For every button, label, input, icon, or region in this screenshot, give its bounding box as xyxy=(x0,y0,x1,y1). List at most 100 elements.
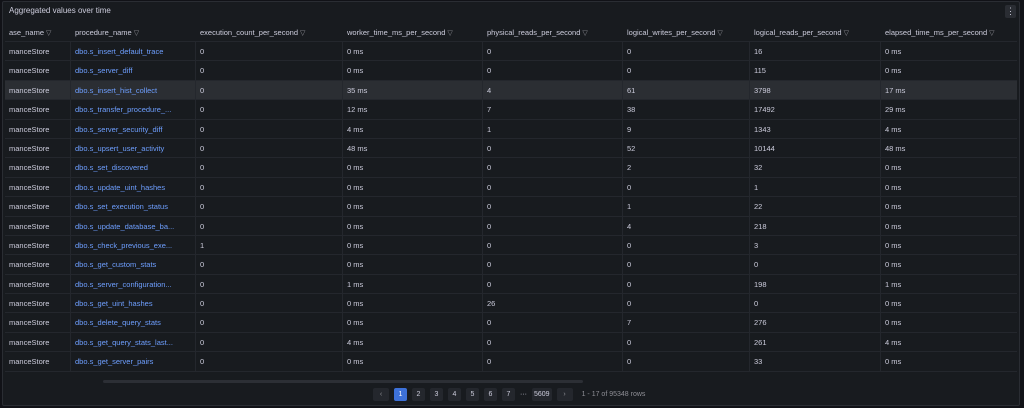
table-cell: 7 xyxy=(483,100,623,119)
table-cell: 115 xyxy=(750,61,881,80)
column-header-worker-time-ms-per-second[interactable]: worker_time_ms_per_second ▽ xyxy=(343,23,483,41)
table-cell: 3798 xyxy=(750,80,881,100)
table-cell: 0 ms xyxy=(885,299,902,309)
table-cell: manceStore xyxy=(5,61,71,80)
filter-icon[interactable]: ▽ xyxy=(989,30,994,37)
table-row[interactable]: manceStore dbo.s_transfer_procedure_... 0 1… xyxy=(5,100,1017,120)
column-header-label: logical_reads_per_second xyxy=(754,28,842,37)
page-button-1[interactable]: 1 xyxy=(394,388,407,401)
procedure-link[interactable]: dbo.s_get_custom_stats xyxy=(71,255,196,274)
filter-icon[interactable]: ▽ xyxy=(582,30,587,37)
row-count-summary: 1 - 17 of 95348 rows xyxy=(581,391,646,398)
page-button-4[interactable]: 4 xyxy=(448,388,461,401)
table-cell: manceStore xyxy=(5,352,71,371)
table-row[interactable]: manceStore dbo.s_insert_default_trace 0 0 m… xyxy=(5,42,1017,62)
column-header-label: physical_reads_per_second xyxy=(487,28,581,37)
table-cell: 0 xyxy=(483,332,623,352)
table-cell: 4 xyxy=(623,216,750,235)
filter-icon[interactable]: ▽ xyxy=(844,30,849,37)
kebab-menu-icon[interactable]: ⋮ xyxy=(1005,5,1016,18)
table-cell: 52 xyxy=(623,138,750,158)
pagination: ‹ 1 2 3 4 5 6 7 ··· 5609 › 1 - 17 of 95348 rows xyxy=(373,388,645,401)
column-header-physical-reads-per-second[interactable]: physical_reads_per_second ▽ xyxy=(483,23,623,41)
table-row[interactable]: manceStore dbo.s_set_execution_status 0 0 m… xyxy=(5,197,1017,217)
table-cell: 0 xyxy=(750,294,881,313)
procedure-link[interactable]: dbo.s_upsert_user_activity xyxy=(71,138,196,158)
table-cell: 0 xyxy=(623,177,750,197)
table-row[interactable]: manceStore dbo.s_delete_query_stats 0 0 ms 0… xyxy=(5,313,1017,333)
filter-icon[interactable]: ▽ xyxy=(717,30,722,37)
procedure-link[interactable]: dbo.s_insert_default_trace xyxy=(71,42,196,61)
prev-page-button[interactable]: ‹ xyxy=(373,388,389,401)
table-row[interactable]: manceStore dbo.s_update_database_ba... 0 0 … xyxy=(5,216,1017,236)
procedure-link[interactable]: dbo.s_set_discovered xyxy=(71,158,196,177)
table-cell: 0 ms xyxy=(885,202,902,212)
table-cell: 48 ms xyxy=(885,143,906,153)
filter-icon[interactable]: ▽ xyxy=(300,30,305,37)
column-header-ase-name[interactable]: ase_name ▽ xyxy=(5,23,71,41)
procedure-link[interactable]: dbo.s_insert_hist_collect xyxy=(71,80,196,100)
next-page-button[interactable]: › xyxy=(556,388,573,401)
page-button-3[interactable]: 3 xyxy=(430,388,443,401)
procedure-link[interactable]: dbo.s_check_previous_exe... xyxy=(71,235,196,255)
table-cell: 0 xyxy=(196,100,343,119)
table-cell: 1343 xyxy=(750,119,881,138)
table-cell: 0 ms xyxy=(343,313,483,332)
filter-icon[interactable]: ▽ xyxy=(447,30,452,37)
table-row[interactable]: manceStore dbo.s_upsert_user_activity 0 48 … xyxy=(5,138,1017,159)
procedure-link[interactable]: dbo.s_update_database_ba... xyxy=(71,216,196,235)
table-cell: manceStore xyxy=(5,42,71,61)
procedure-link[interactable]: dbo.s_set_execution_status xyxy=(71,197,196,216)
horizontal-scrollbar[interactable] xyxy=(103,380,583,383)
table-cell: 0 xyxy=(196,80,343,100)
column-header-label: elapsed_time_ms_per_second xyxy=(885,28,988,37)
table-cell: 29 ms xyxy=(885,105,906,115)
table-cell: 1 xyxy=(623,197,750,216)
table-cell: 0 xyxy=(483,352,623,371)
procedure-link[interactable]: dbo.s_server_security_diff xyxy=(71,119,196,138)
page-button-2[interactable]: 2 xyxy=(412,388,425,401)
procedure-link[interactable]: dbo.s_server_configuration... xyxy=(71,274,196,294)
page-button-6[interactable]: 6 xyxy=(484,388,497,401)
column-header-logical-reads-per-second[interactable]: logical_reads_per_second ▽ xyxy=(750,23,881,41)
table-row[interactable]: manceStore dbo.s_get_query_stats_last... 0… xyxy=(5,332,1017,353)
table-row[interactable]: manceStore dbo.s_check_previous_exe... 1 0 … xyxy=(5,235,1017,256)
table-row[interactable]: manceStore dbo.s_update_uint_hashes 0 0 ms 0… xyxy=(5,177,1017,198)
table-row[interactable]: manceStore dbo.s_get_uint_hashes 0 0 ms 26 0 0… xyxy=(5,294,1017,314)
table-row[interactable]: manceStore dbo.s_server_security_diff 0 4 m… xyxy=(5,119,1017,139)
page-button-5[interactable]: 5 xyxy=(466,388,479,401)
filter-icon[interactable]: ▽ xyxy=(46,30,51,37)
procedure-link[interactable]: dbo.s_transfer_procedure_... xyxy=(71,100,196,119)
page-button-7[interactable]: 7 xyxy=(502,388,515,401)
table-cell: 0 ms xyxy=(343,235,483,255)
column-header-logical-writes-per-second[interactable]: logical_writes_per_second ▽ xyxy=(623,23,750,41)
table-row[interactable]: manceStore dbo.s_insert_hist_collect 0 35 m… xyxy=(5,80,1017,101)
page-button-last[interactable]: 5609 xyxy=(532,388,552,401)
filter-icon[interactable]: ▽ xyxy=(134,30,139,37)
table-row[interactable]: manceStore dbo.s_get_custom_stats 0 0 ms 0 0 0… xyxy=(5,255,1017,275)
table-cell: 0 xyxy=(196,313,343,332)
table-row[interactable]: manceStore dbo.s_server_configuration... 0… xyxy=(5,274,1017,295)
table-header: ase_name ▽ procedure_name ▽ execution_count_… xyxy=(5,23,1017,42)
procedure-link[interactable]: dbo.s_delete_query_stats xyxy=(71,313,196,332)
procedure-link[interactable]: dbo.s_get_server_pairs xyxy=(71,352,196,371)
table-cell: 35 ms xyxy=(343,80,483,100)
procedure-link[interactable]: dbo.s_get_uint_hashes xyxy=(71,294,196,313)
procedure-link[interactable]: dbo.s_get_query_stats_last... xyxy=(71,332,196,352)
table-cell: 26 xyxy=(483,294,623,313)
table-row[interactable]: manceStore dbo.s_set_discovered 0 0 ms 0 2 32 0… xyxy=(5,158,1017,178)
table-cell: 0 ms xyxy=(885,182,902,192)
table-cell: 0 ms xyxy=(343,158,483,177)
procedure-link[interactable]: dbo.s_server_diff xyxy=(71,61,196,80)
column-header-elapsed-time-ms-per-second[interactable]: elapsed_time_ms_per_second ▽ xyxy=(881,23,1017,41)
table-cell: 0 ms xyxy=(343,352,483,371)
table-row[interactable]: manceStore dbo.s_get_server_pairs 0 0 ms 0 0 3… xyxy=(5,352,1017,372)
column-header-execution-count-per-second[interactable]: execution_count_per_second ▽ xyxy=(196,23,343,41)
table-row[interactable]: manceStore dbo.s_server_diff 0 0 ms 0 0 115 0 m… xyxy=(5,61,1017,81)
table-cell: 4 xyxy=(483,80,623,100)
column-header-procedure-name[interactable]: procedure_name ▽ xyxy=(71,23,196,41)
table-cell: 261 xyxy=(750,332,881,352)
procedure-link[interactable]: dbo.s_update_uint_hashes xyxy=(71,177,196,197)
table-cell: manceStore xyxy=(5,100,71,119)
column-header-label: worker_time_ms_per_second xyxy=(347,28,446,37)
